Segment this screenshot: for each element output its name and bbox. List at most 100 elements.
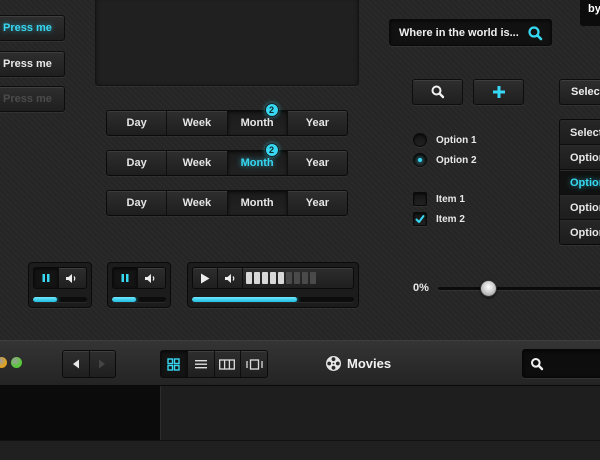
checkbox-checked[interactable] xyxy=(413,212,427,226)
play-icon xyxy=(201,273,210,283)
grid-icon xyxy=(167,357,181,371)
volume-button[interactable] xyxy=(218,268,243,288)
segment-label: Day xyxy=(126,157,147,169)
segment-month[interactable]: Month 2 xyxy=(227,103,288,135)
view-mode-buttons xyxy=(160,350,268,378)
select-label: Select xyxy=(571,86,600,98)
count-badge: 2 xyxy=(264,143,279,157)
window-title: Movies xyxy=(325,355,391,372)
radio-dot xyxy=(418,158,422,162)
count-badge: 2 xyxy=(264,103,279,117)
segment-week[interactable]: Week xyxy=(167,151,228,175)
segment-year[interactable]: Year xyxy=(288,111,347,135)
period-segmented-control-1[interactable]: Day Week Month 2 Year xyxy=(106,103,348,136)
back-button[interactable] xyxy=(63,351,90,377)
press-me-label: Press me xyxy=(3,93,52,105)
dropdown-item-label: Option xyxy=(570,151,600,164)
period-segmented-control-3[interactable]: Day Week Month Year xyxy=(106,190,348,216)
slider-handle[interactable] xyxy=(480,280,497,297)
pause-icon xyxy=(121,274,129,282)
segment-day[interactable]: Day xyxy=(107,191,168,215)
segment-label: Week xyxy=(182,197,212,209)
radio-button-selected[interactable] xyxy=(413,153,427,167)
dropdown-item[interactable]: Option xyxy=(560,195,600,220)
press-me-active-button[interactable]: Press me xyxy=(0,15,65,41)
checkbox-item-2[interactable]: Item 2 xyxy=(413,212,465,226)
segment-year[interactable]: Year xyxy=(288,151,347,175)
slider-track[interactable] xyxy=(438,287,600,290)
checkbox[interactable] xyxy=(413,192,427,206)
playback-progress[interactable] xyxy=(112,297,166,302)
text-area[interactable] xyxy=(95,0,359,86)
segment-day[interactable]: Day xyxy=(107,151,168,175)
play-button[interactable] xyxy=(193,268,218,288)
toolbar-search-field[interactable] xyxy=(522,349,600,378)
volume-level-meter[interactable] xyxy=(243,268,353,288)
chevron-right-icon xyxy=(99,359,106,369)
playback-progress[interactable] xyxy=(33,297,87,302)
dropdown-item[interactable]: Select xyxy=(560,120,600,145)
slider-value-label: 0% xyxy=(413,282,429,294)
segment-month[interactable]: Month xyxy=(227,191,288,215)
progress-fill xyxy=(192,297,298,302)
segment-day[interactable]: Day xyxy=(107,111,168,135)
list-icon xyxy=(194,359,207,368)
press-me-button[interactable]: Press me xyxy=(0,51,65,77)
volume-level-bar xyxy=(246,272,252,284)
dropdown-item[interactable]: Option xyxy=(560,145,600,170)
search-icon xyxy=(431,85,444,99)
location-search-field[interactable]: Where in the world is... xyxy=(389,19,552,46)
volume-button[interactable] xyxy=(138,268,163,288)
tooltip: by xyxy=(580,0,600,26)
coverflow-view-button[interactable] xyxy=(241,351,267,377)
pause-button[interactable] xyxy=(34,268,59,288)
volume-icon xyxy=(66,273,76,283)
status-bar xyxy=(0,440,600,460)
press-me-label: Press me xyxy=(3,22,52,34)
list-view-button[interactable] xyxy=(188,351,215,377)
dropdown-item-highlighted[interactable]: Option xyxy=(560,170,600,195)
radio-label: Option 2 xyxy=(436,154,477,166)
dropdown-item-label: Option xyxy=(570,226,600,239)
volume-level-bar xyxy=(294,272,300,284)
volume-level-bar xyxy=(302,272,308,284)
dropdown-item[interactable]: Option xyxy=(560,220,600,244)
forward-button[interactable] xyxy=(90,351,116,377)
dropdown-item-label: Select xyxy=(570,126,600,139)
segment-month[interactable]: Month 2 xyxy=(227,143,288,175)
checkbox-label: Item 2 xyxy=(436,213,465,225)
segment-label: Month xyxy=(240,117,274,129)
radio-label: Option 1 xyxy=(436,134,477,146)
checkmark-icon xyxy=(415,215,425,223)
plus-icon xyxy=(492,86,505,98)
segment-label: Year xyxy=(305,117,329,129)
checkbox-item-1[interactable]: Item 1 xyxy=(413,192,465,206)
segment-week[interactable]: Week xyxy=(167,191,228,215)
grid-view-button[interactable] xyxy=(161,351,188,377)
radio-option-2[interactable]: Option 2 xyxy=(413,153,477,167)
window-title-text: Movies xyxy=(347,356,392,371)
volume-button[interactable] xyxy=(59,268,84,288)
add-button[interactable] xyxy=(473,79,524,105)
film-reel-icon xyxy=(326,356,341,371)
dropdown-item-label: Option xyxy=(570,176,600,189)
playback-progress[interactable] xyxy=(192,297,354,302)
radio-option-1[interactable]: Option 1 xyxy=(413,133,477,147)
dropdown-menu[interactable]: Select Option Option Option Option xyxy=(559,119,600,245)
pause-button[interactable] xyxy=(113,268,138,288)
radio-button[interactable] xyxy=(413,133,427,147)
segment-week[interactable]: Week xyxy=(167,111,228,135)
search-button[interactable] xyxy=(412,79,463,105)
volume-level-bar xyxy=(254,272,260,284)
search-icon[interactable] xyxy=(521,23,551,43)
volume-icon xyxy=(145,273,155,283)
chevron-left-icon xyxy=(72,359,79,369)
select-dropdown[interactable]: Select xyxy=(559,79,600,105)
period-segmented-control-2[interactable]: Day Week Month 2 Year xyxy=(106,143,348,176)
zoom-window-button[interactable] xyxy=(11,357,22,368)
segment-label: Day xyxy=(126,197,147,209)
volume-level-bar xyxy=(286,272,292,284)
column-view-button[interactable] xyxy=(215,351,242,377)
segment-label: Year xyxy=(305,157,329,169)
segment-year[interactable]: Year xyxy=(288,191,347,215)
